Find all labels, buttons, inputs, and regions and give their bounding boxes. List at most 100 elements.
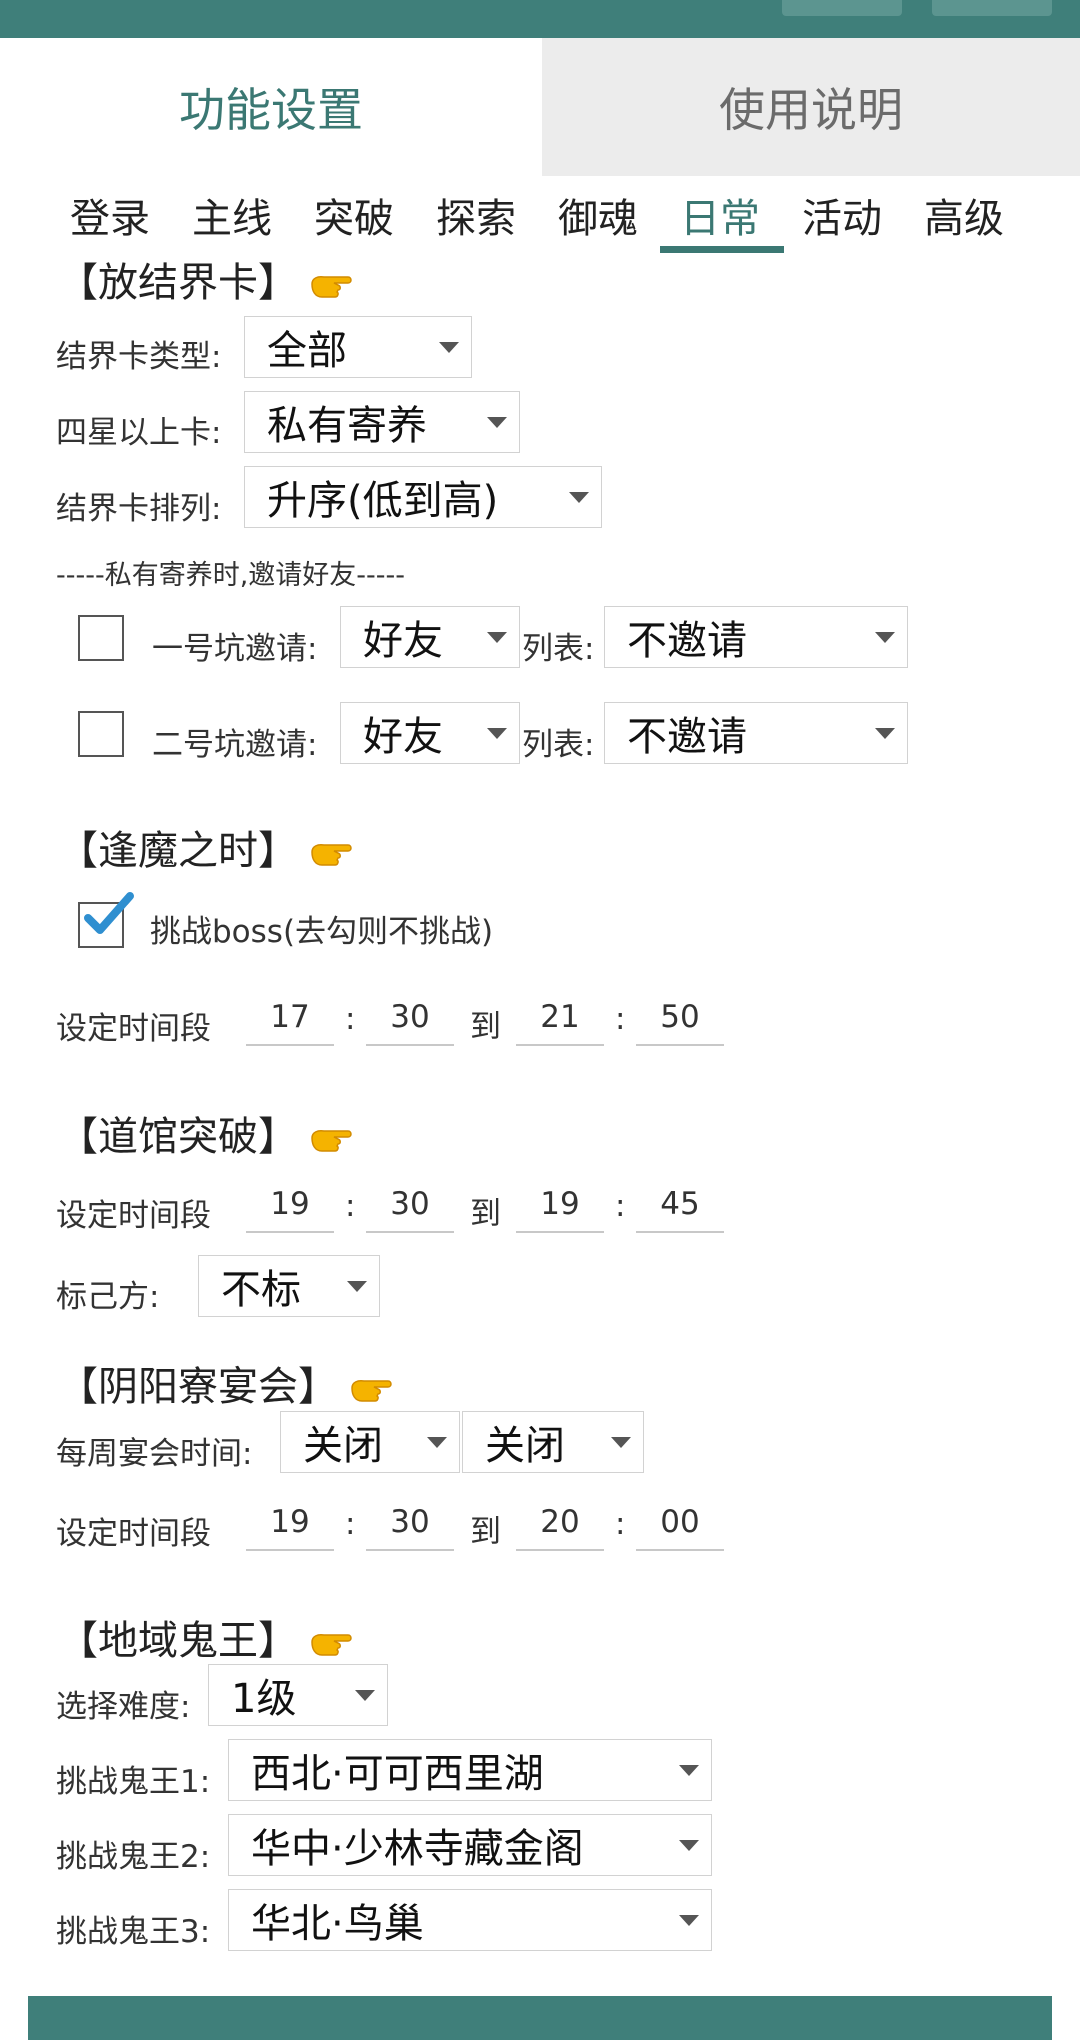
feast-week2-value: 关闭	[485, 1423, 565, 1469]
chevron-down-icon	[347, 1281, 367, 1292]
subtab-login[interactable]: 登录	[70, 186, 150, 244]
chevron-down-icon	[487, 417, 507, 428]
pointing-hand-icon	[311, 1130, 352, 1152]
invite2-who-value: 好友	[363, 714, 443, 760]
pointing-hand-icon	[351, 1380, 392, 1402]
card-type-label: 结界卡类型:	[56, 339, 222, 375]
colon: :	[615, 1001, 626, 1037]
ghost-diff-select[interactable]: 1级	[208, 1664, 388, 1726]
ghost-b3-label: 挑战鬼王3:	[56, 1914, 211, 1950]
invite1-checkbox[interactable]	[78, 615, 124, 661]
ghost-b1-select[interactable]: 西北·可可西里湖	[228, 1739, 712, 1801]
colon: :	[345, 1001, 356, 1037]
boss-start-minute[interactable]: 30	[366, 990, 454, 1046]
star-card-value: 私有寄养	[267, 403, 427, 449]
star-card-select[interactable]: 私有寄养	[244, 391, 520, 453]
section-title-card: 【放结界卡】	[58, 250, 354, 308]
dojo-start-minute[interactable]: 30	[366, 1177, 454, 1233]
pointing-hand-icon	[311, 1634, 352, 1656]
tab-function-settings[interactable]: 功能设置	[0, 38, 542, 176]
invite2-label: 二号坑邀请:	[152, 727, 318, 763]
ghost-b3-select[interactable]: 华北·鸟巢	[228, 1889, 712, 1951]
invite2-who-select[interactable]: 好友	[340, 702, 520, 764]
dojo-mark-value: 不标	[221, 1267, 301, 1313]
pointing-hand-icon	[311, 844, 352, 866]
appbar-button-1[interactable]	[782, 0, 902, 16]
invite2-list-value: 不邀请	[627, 714, 747, 760]
subtab-explore[interactable]: 探索	[436, 186, 516, 244]
appbar-button-2[interactable]	[932, 0, 1052, 16]
feast-end-minute[interactable]: 00	[636, 1495, 724, 1551]
chevron-down-icon	[487, 632, 507, 643]
feast-start-minute[interactable]: 30	[366, 1495, 454, 1551]
card-type-value: 全部	[267, 328, 347, 374]
chevron-down-icon	[875, 728, 895, 739]
colon: :	[345, 1188, 356, 1224]
tab-instructions[interactable]: 使用说明	[542, 38, 1080, 176]
boss-check-label: 挑战boss(去勾则不挑战)	[150, 914, 494, 950]
feast-week1-select[interactable]: 关闭	[280, 1411, 460, 1473]
colon: :	[615, 1506, 626, 1542]
ghost-b2-label: 挑战鬼王2:	[56, 1839, 211, 1875]
dojo-end-minute[interactable]: 45	[636, 1177, 724, 1233]
subtab-event[interactable]: 活动	[802, 186, 882, 244]
dojo-start-hour[interactable]: 19	[246, 1177, 334, 1233]
feast-start-hour[interactable]: 19	[246, 1495, 334, 1551]
colon: :	[345, 1506, 356, 1542]
ghost-b2-select[interactable]: 华中·少林寺藏金阁	[228, 1814, 712, 1876]
card-order-value: 升序(低到高)	[267, 478, 499, 524]
subtab-main[interactable]: 主线	[192, 186, 272, 244]
boss-time-label: 设定时间段	[56, 1011, 211, 1047]
chevron-down-icon	[679, 1915, 699, 1926]
card-order-select[interactable]: 升序(低到高)	[244, 466, 602, 528]
chevron-down-icon	[439, 342, 459, 353]
subtab-advanced[interactable]: 高级	[924, 186, 1004, 244]
invite2-list-label: 列表:	[522, 727, 595, 763]
subtab-daily[interactable]: 日常	[680, 186, 760, 244]
dojo-mark-label: 标己方:	[56, 1279, 160, 1315]
section-title-ghost-text: 【地域鬼王】	[58, 1618, 298, 1664]
ghost-b2-value: 华中·少林寺藏金阁	[251, 1826, 584, 1872]
section-title-feast-text: 【阴阳寮宴会】	[58, 1364, 338, 1410]
boss-checkbox[interactable]	[78, 892, 134, 948]
chevron-down-icon	[611, 1437, 631, 1448]
boss-end-minute[interactable]: 50	[636, 990, 724, 1046]
feast-week1-value: 关闭	[303, 1423, 383, 1469]
boss-end-hour[interactable]: 21	[516, 990, 604, 1046]
subtab-soul[interactable]: 御魂	[558, 186, 638, 244]
colon: :	[615, 1188, 626, 1224]
chevron-down-icon	[427, 1437, 447, 1448]
feast-time-label: 设定时间段	[56, 1516, 211, 1552]
pointing-hand-icon	[311, 276, 352, 298]
section-title-boss-text: 【逢魔之时】	[58, 828, 298, 874]
ghost-b3-value: 华北·鸟巢	[251, 1901, 424, 1947]
feast-end-hour[interactable]: 20	[516, 1495, 604, 1551]
bottom-action-bar[interactable]	[28, 1996, 1052, 2040]
boss-start-hour[interactable]: 17	[246, 990, 334, 1046]
feast-week2-select[interactable]: 关闭	[462, 1411, 644, 1473]
chevron-down-icon	[875, 632, 895, 643]
invite2-list-select[interactable]: 不邀请	[604, 702, 908, 764]
section-title-ghost: 【地域鬼王】	[58, 1608, 354, 1666]
invite1-list-select[interactable]: 不邀请	[604, 606, 908, 668]
subtab-breakthrough[interactable]: 突破	[314, 186, 394, 244]
invite2-checkbox[interactable]	[78, 711, 124, 757]
ghost-b1-label: 挑战鬼王1:	[56, 1764, 211, 1800]
dojo-mark-select[interactable]: 不标	[198, 1255, 380, 1317]
invite1-who-value: 好友	[363, 618, 443, 664]
subtab-indicator	[660, 246, 784, 253]
checkmark-icon	[84, 892, 134, 934]
invite1-label: 一号坑邀请:	[152, 631, 318, 667]
section-title-dojo: 【道馆突破】	[58, 1104, 354, 1162]
main-tabs: 功能设置 使用说明	[0, 38, 1080, 176]
invite1-list-value: 不邀请	[627, 618, 747, 664]
dojo-end-hour[interactable]: 19	[516, 1177, 604, 1233]
chevron-down-icon	[487, 728, 507, 739]
ghost-diff-value: 1级	[231, 1676, 297, 1722]
invite1-who-select[interactable]: 好友	[340, 606, 520, 668]
star-card-label: 四星以上卡:	[56, 415, 222, 451]
app-bar	[0, 0, 1080, 38]
card-type-select[interactable]: 全部	[244, 316, 472, 378]
feast-week-label: 每周宴会时间:	[56, 1436, 253, 1472]
chevron-down-icon	[569, 492, 589, 503]
